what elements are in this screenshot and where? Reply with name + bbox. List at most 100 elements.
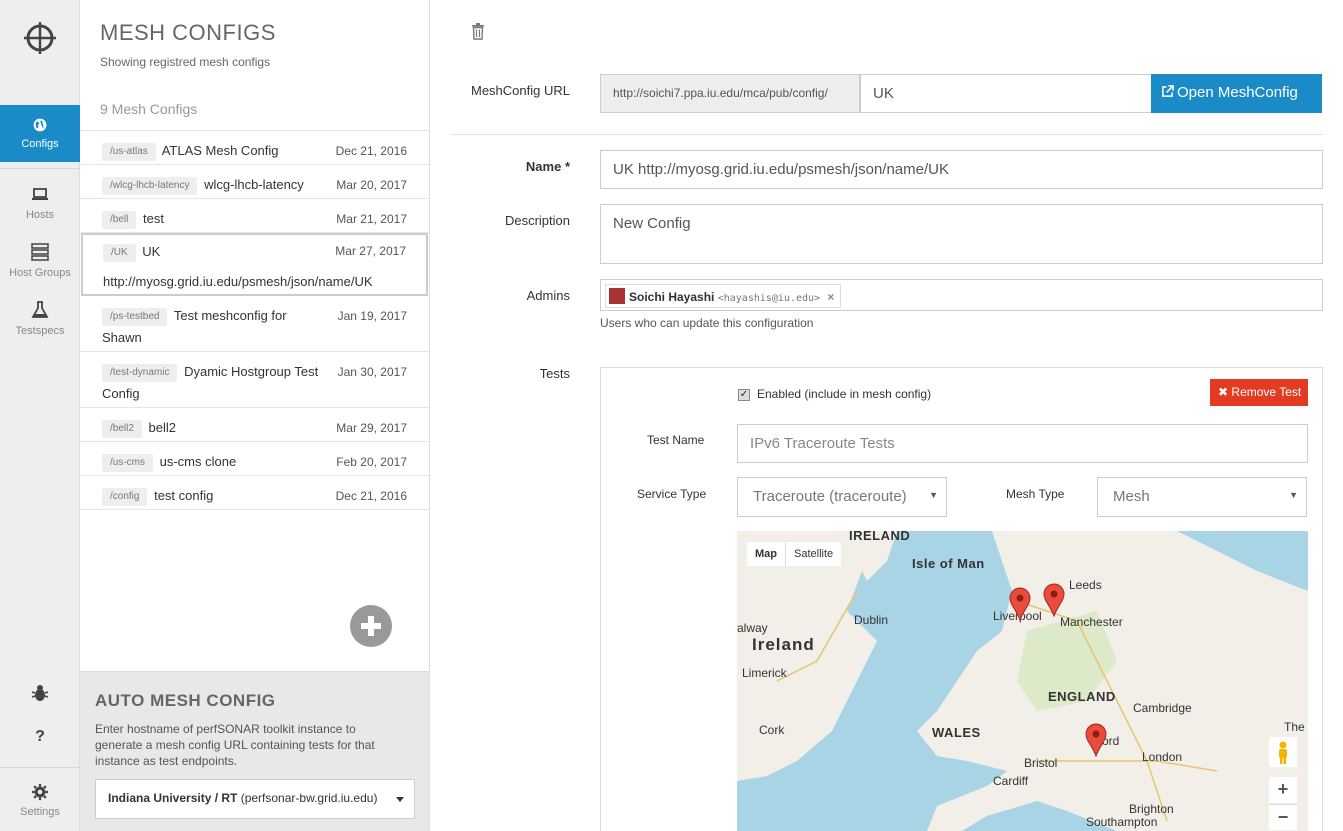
config-row[interactable]: /bell test Mar 21, 2017 bbox=[80, 199, 429, 233]
map-marker-icon[interactable] bbox=[1009, 587, 1031, 621]
remove-admin-icon[interactable]: × bbox=[827, 290, 834, 304]
nav-configs-label: Configs bbox=[21, 138, 59, 150]
remove-test-label: Remove Test bbox=[1231, 385, 1302, 399]
test-name-input[interactable]: IPv6 Traceroute Tests bbox=[737, 424, 1308, 463]
config-path-badge: /wlcg-lhcb-latency bbox=[102, 177, 198, 195]
config-row[interactable]: /us-cms us-cms clone Feb 20, 2017 bbox=[80, 442, 429, 476]
map-label: Bristol bbox=[1024, 756, 1058, 770]
config-name-cont: Config bbox=[102, 386, 140, 401]
laptop-icon bbox=[32, 188, 48, 200]
admins-input[interactable]: Soichi Hayashi <hayashis@iu.edu> × bbox=[600, 279, 1323, 311]
nav-divider bbox=[0, 168, 80, 169]
mesh-type-select[interactable]: Mesh ▼ bbox=[1097, 477, 1307, 517]
config-name-cont: http://myosg.grid.iu.edu/psmesh/json/nam… bbox=[103, 274, 373, 289]
map[interactable]: Map Satellite IRELAND Isle of Man Leeds … bbox=[737, 531, 1308, 831]
map-label: Cambridge bbox=[1133, 701, 1192, 715]
close-icon: ✖ bbox=[1218, 385, 1229, 399]
name-input[interactable]: UK http://myosg.grid.iu.edu/psmesh/json/… bbox=[600, 150, 1323, 189]
chevron-down-icon: ▼ bbox=[1289, 490, 1298, 500]
nav-testspecs[interactable]: Testspecs bbox=[0, 300, 80, 337]
config-row[interactable]: /wlcg-lhcb-latency wlcg-lhcb-latency Mar… bbox=[80, 165, 429, 199]
config-row[interactable]: /us-atlas ATLAS Mesh Config Dec 21, 2016 bbox=[80, 131, 429, 165]
admin-name: Soichi Hayashi bbox=[629, 290, 715, 304]
config-date: Dec 21, 2016 bbox=[335, 144, 407, 158]
config-row-selected[interactable]: /UK UK Mar 27, 2017 http://myosg.grid.iu… bbox=[81, 233, 428, 296]
map-label: alway bbox=[737, 621, 768, 635]
nav-configs[interactable]: Configs bbox=[0, 105, 80, 162]
config-name-cont: Shawn bbox=[102, 330, 142, 345]
config-date: Feb 20, 2017 bbox=[336, 455, 407, 469]
host-select[interactable]: Indiana University / RT (perfsonar-bw.gr… bbox=[95, 779, 415, 819]
map-tab-satellite[interactable]: Satellite bbox=[785, 542, 842, 566]
config-path-badge: /bell2 bbox=[102, 420, 142, 438]
nav-hosts[interactable]: Hosts bbox=[0, 184, 80, 221]
zoom-in-button[interactable]: + bbox=[1269, 777, 1297, 803]
map-label: Southampton bbox=[1086, 815, 1158, 829]
map-label: ENGLAND bbox=[1048, 689, 1116, 704]
crosshair-logo-icon[interactable] bbox=[22, 20, 58, 56]
config-name: test bbox=[142, 211, 164, 226]
mesh-type-label: Mesh Type bbox=[1006, 487, 1065, 501]
admins-label: Admins bbox=[526, 288, 570, 303]
service-type-select[interactable]: Traceroute (traceroute) ▼ bbox=[737, 477, 947, 517]
nav-host-groups-label: Host Groups bbox=[9, 267, 71, 279]
map-label: Ireland bbox=[752, 635, 815, 654]
mesh-type-value: Mesh bbox=[1113, 488, 1150, 505]
divider bbox=[450, 134, 1323, 135]
name-label: Name * bbox=[525, 159, 570, 174]
enabled-checkbox[interactable]: ✓ bbox=[738, 389, 750, 401]
description-textarea[interactable]: New Config bbox=[600, 204, 1323, 264]
trash-icon[interactable] bbox=[471, 23, 485, 40]
host-select-hostname: (perfsonar-bw.grid.iu.edu) bbox=[237, 791, 378, 805]
url-label: MeshConfig URL bbox=[471, 83, 570, 98]
map-tab-map[interactable]: Map bbox=[747, 542, 785, 566]
host-select-org: Indiana University / RT bbox=[108, 791, 238, 805]
config-date: Dec 21, 2016 bbox=[335, 489, 407, 503]
street-view-pegman-icon[interactable] bbox=[1269, 737, 1297, 767]
map-label: Cardiff bbox=[993, 774, 1029, 788]
remove-test-button[interactable]: ✖ Remove Test bbox=[1210, 379, 1308, 406]
server-icon bbox=[31, 243, 49, 261]
map-label: Cork bbox=[759, 723, 785, 737]
map-marker-icon[interactable] bbox=[1043, 583, 1065, 617]
external-link-icon bbox=[1162, 85, 1174, 97]
flask-icon bbox=[31, 301, 49, 318]
config-row[interactable]: /ps-testbed Test meshconfig for Jan 19, … bbox=[80, 296, 429, 352]
admins-help: Users who can update this configuration bbox=[600, 316, 814, 330]
tests-label: Tests bbox=[539, 366, 570, 381]
map-label: The bbox=[1284, 720, 1305, 734]
nav-settings[interactable]: Settings bbox=[0, 783, 80, 818]
service-type-label: Service Type bbox=[637, 487, 707, 501]
map-label: Manchester bbox=[1060, 615, 1123, 629]
config-date: Mar 21, 2017 bbox=[336, 212, 407, 226]
chevron-down-icon: ▼ bbox=[929, 490, 938, 500]
admin-tag: Soichi Hayashi <hayashis@iu.edu> × bbox=[605, 284, 842, 308]
description-label: Description bbox=[504, 213, 570, 228]
config-editor: MeshConfig URL http://soichi7.ppa.iu.edu… bbox=[430, 0, 1343, 831]
config-path-badge: /ps-testbed bbox=[102, 308, 168, 326]
nav-testspecs-label: Testspecs bbox=[15, 325, 65, 337]
config-path-badge: /config bbox=[102, 488, 148, 506]
config-date: Mar 27, 2017 bbox=[335, 244, 406, 258]
config-path-badge: /bell bbox=[102, 211, 137, 229]
config-path-badge: /us-cms bbox=[102, 454, 153, 472]
config-row[interactable]: /bell2 bell2 Mar 29, 2017 bbox=[80, 408, 429, 442]
config-row[interactable]: /config test config Dec 21, 2016 bbox=[80, 476, 429, 510]
config-row[interactable]: /test-dynamic Dyamic Hostgroup Test Jan … bbox=[80, 352, 429, 408]
open-meshconfig-button[interactable]: Open MeshConfig bbox=[1151, 74, 1322, 113]
zoom-out-button[interactable]: − bbox=[1269, 804, 1297, 830]
auto-description: Enter hostname of perfSONAR toolkit inst… bbox=[95, 722, 375, 768]
nav-bug[interactable] bbox=[0, 683, 80, 708]
map-marker-icon[interactable] bbox=[1085, 723, 1107, 757]
nav-host-groups[interactable]: Host Groups bbox=[0, 242, 80, 279]
add-config-button[interactable] bbox=[350, 605, 392, 647]
url-input[interactable]: UK bbox=[860, 74, 1152, 113]
auto-title: AUTO MESH CONFIG bbox=[95, 691, 276, 710]
config-date: Jan 30, 2017 bbox=[337, 365, 407, 379]
config-rows: /us-atlas ATLAS Mesh Config Dec 21, 2016… bbox=[80, 130, 429, 510]
nav-help[interactable]: ? bbox=[0, 728, 80, 746]
nav-divider bbox=[0, 767, 80, 768]
list-title: MESH CONFIGS bbox=[100, 20, 276, 45]
map-label: IRELAND bbox=[849, 531, 911, 543]
config-name: ATLAS Mesh Config bbox=[161, 143, 279, 158]
